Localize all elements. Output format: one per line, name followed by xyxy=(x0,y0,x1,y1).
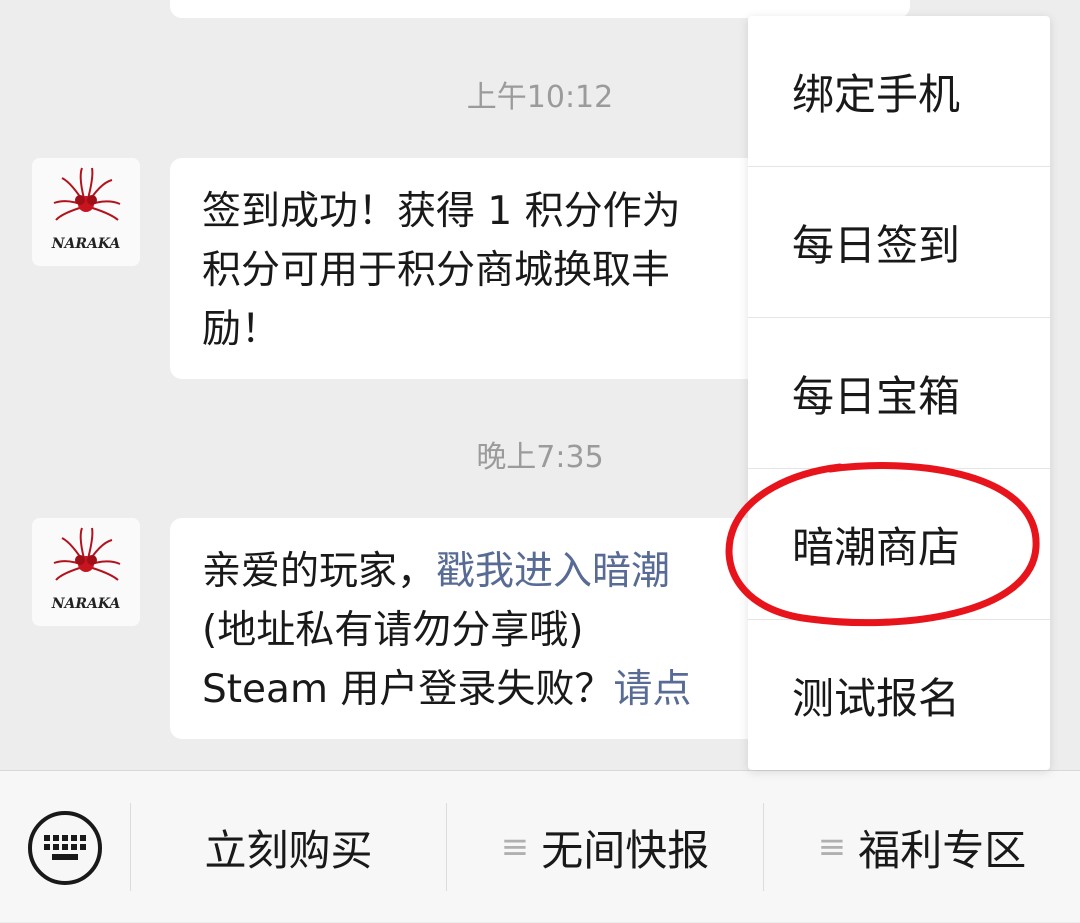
submenu-icon: ≡ xyxy=(817,827,847,867)
steam-help-link[interactable]: 请点 xyxy=(613,667,691,712)
menu-item-daily-checkin[interactable]: 每日签到 xyxy=(748,167,1050,318)
menu-item-daily-chest[interactable]: 每日宝箱 xyxy=(748,318,1050,469)
official-account-avatar[interactable]: NARAKA xyxy=(32,158,140,266)
svg-text:NARAKA: NARAKA xyxy=(51,236,121,252)
tab-news[interactable]: ≡ 无间快报 xyxy=(447,771,763,923)
popup-menu: 绑定手机 每日签到 每日宝箱 暗潮商店 测试报名 xyxy=(748,16,1050,770)
keyboard-glyph-icon xyxy=(44,835,86,860)
svg-text:NARAKA: NARAKA xyxy=(51,596,121,612)
bottom-menu-bar: 立刻购买 ≡ 无间快报 ≡ 福利专区 xyxy=(0,770,1080,922)
tab-buy-now[interactable]: 立刻购买 xyxy=(131,771,446,923)
menu-item-shop[interactable]: 暗潮商店 xyxy=(748,469,1050,620)
menu-item-test-signup[interactable]: 测试报名 xyxy=(748,620,1050,771)
tab-label: 福利专区 xyxy=(858,825,1027,875)
tab-welfare[interactable]: ≡ 福利专区 xyxy=(764,771,1080,923)
submenu-icon: ≡ xyxy=(500,827,530,867)
naraka-logo-icon: NARAKA xyxy=(32,518,140,626)
tab-label: 无间快报 xyxy=(541,825,710,875)
naraka-logo-icon: NARAKA xyxy=(32,158,140,266)
message-text: 亲爱的玩家， xyxy=(202,549,437,594)
official-account-avatar[interactable]: NARAKA xyxy=(32,518,140,626)
tab-label: 立刻购买 xyxy=(204,825,373,875)
shop-link[interactable]: 戳我进入暗潮 xyxy=(436,549,670,594)
menu-item-bind-phone[interactable]: 绑定手机 xyxy=(748,16,1050,167)
keyboard-icon[interactable] xyxy=(28,811,102,885)
message-text: Steam 用户登录失败？ xyxy=(202,667,614,712)
